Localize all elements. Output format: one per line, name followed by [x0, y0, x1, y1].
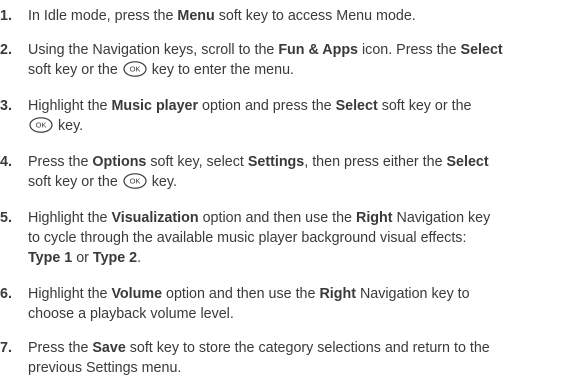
bold-term: Select	[460, 42, 503, 58]
step-line: Highlight the Music player option and pr…	[28, 96, 584, 116]
step-text-run: soft key, select	[146, 154, 248, 170]
step-line: Press the Save soft key to store the cat…	[28, 338, 584, 358]
bold-term: Select	[446, 154, 489, 170]
step-text: Press the Options soft key, select Setti…	[28, 152, 584, 192]
step-text-run: Press the	[28, 154, 93, 170]
step-5: 5. Highlight the Visualization option and…	[0, 208, 584, 268]
step-line: Press the Options soft key, select Setti…	[28, 152, 584, 172]
ok-key-label: OK	[36, 121, 47, 130]
step-line: OK key.	[28, 116, 584, 136]
step-text-run: .	[137, 250, 142, 266]
step-text-run: icon. Press the	[358, 42, 461, 58]
bold-term: Settings	[247, 154, 305, 170]
step-6: 6. Highlight the Volume option and then u…	[0, 284, 584, 324]
step-text: Highlight the Music player option and pr…	[28, 96, 584, 136]
step-4: 4. Press the Options soft key, select Set…	[0, 152, 584, 192]
bold-term: Save	[92, 340, 126, 356]
step-number: 6.	[0, 286, 12, 302]
step-text-run: or	[72, 250, 93, 266]
step-text-run: option and press the	[198, 98, 336, 114]
step-text-run: In Idle mode, press the	[28, 8, 178, 24]
step-text-run: soft key to access Menu mode.	[214, 8, 416, 24]
step-3: 3. Highlight the Music player option and …	[0, 96, 584, 136]
step-text-run: Press the	[28, 340, 93, 356]
step-line: to cycle through the available music pla…	[28, 228, 584, 248]
bold-term: Type 2	[92, 250, 138, 266]
step-line: In Idle mode, press the Menu soft key to…	[28, 6, 584, 26]
ok-key-icon: OK	[123, 173, 147, 189]
step-number: 2.	[0, 42, 12, 58]
bold-term: Right	[356, 210, 393, 226]
step-text-run: key.	[147, 174, 177, 190]
step-text-run: key to enter the menu.	[147, 62, 295, 78]
ok-key-icon: OK	[123, 61, 147, 77]
bold-term: Select	[335, 98, 378, 114]
ok-key-icon: OK	[29, 117, 53, 133]
bold-term: Music player	[111, 98, 199, 114]
step-number: 4.	[0, 154, 12, 170]
step-number: 7.	[0, 340, 12, 356]
step-2: 2. Using the Navigation keys, scroll to t…	[0, 40, 584, 80]
step-text-run: Highlight the	[28, 98, 112, 114]
step-text-run: previous Settings menu.	[28, 360, 182, 376]
step-text-run: to cycle through the available music pla…	[28, 230, 467, 246]
bold-term: Volume	[111, 286, 163, 302]
step-line: Using the Navigation keys, scroll to the…	[28, 40, 584, 60]
step-text-run: soft key or the	[377, 98, 472, 114]
bold-term: Type 1	[28, 250, 73, 266]
step-number: 1.	[0, 8, 12, 24]
step-text-run: Highlight the	[28, 210, 112, 226]
step-text-run: choose a playback volume level.	[28, 306, 234, 322]
step-text-run: soft key or the	[28, 174, 122, 190]
step-text-run: option and then use the	[162, 286, 320, 302]
step-line: soft key or the OK key.	[28, 172, 584, 192]
ok-key-label: OK	[129, 65, 140, 74]
step-text-run: soft key to store the category selection…	[125, 340, 490, 356]
step-line: Highlight the Visualization option and t…	[28, 208, 584, 228]
step-text: In Idle mode, press the Menu soft key to…	[28, 6, 584, 26]
step-text: Press the Save soft key to store the cat…	[28, 338, 584, 378]
step-line: soft key or the OK key to enter the menu…	[28, 60, 584, 80]
step-line: Type 1 or Type 2.	[28, 248, 584, 268]
step-text: Using the Navigation keys, scroll to the…	[28, 40, 584, 80]
bold-term: Options	[92, 154, 147, 170]
step-line: choose a playback volume level.	[28, 304, 584, 324]
step-line: Highlight the Volume option and then use…	[28, 284, 584, 304]
bold-term: Menu	[177, 8, 215, 24]
step-line: previous Settings menu.	[28, 358, 584, 378]
step-text-run: Navigation key	[392, 210, 491, 226]
bold-term: Fun & Apps	[278, 42, 359, 58]
step-text-run: option and then use the	[198, 210, 356, 226]
step-number: 5.	[0, 210, 12, 226]
step-text-run: Using the Navigation keys, scroll to the	[28, 42, 279, 58]
step-text-run: key.	[54, 118, 84, 134]
ok-key-label: OK	[129, 177, 140, 186]
step-1: 1. In Idle mode, press the Menu soft key …	[0, 6, 584, 26]
step-text-run: soft key or the	[28, 62, 122, 78]
step-text: Highlight the Visualization option and t…	[28, 208, 584, 268]
step-text: Highlight the Volume option and then use…	[28, 284, 584, 324]
step-text-run: Navigation key to	[355, 286, 470, 302]
step-7: 7. Press the Save soft key to store the c…	[0, 338, 584, 378]
bold-term: Visualization	[111, 210, 199, 226]
instruction-steps: 1. In Idle mode, press the Menu soft key …	[0, 0, 584, 387]
bold-term: Right	[319, 286, 356, 302]
step-number: 3.	[0, 98, 12, 114]
step-text-run: , then press either the	[304, 154, 447, 170]
step-text-run: Highlight the	[28, 286, 112, 302]
